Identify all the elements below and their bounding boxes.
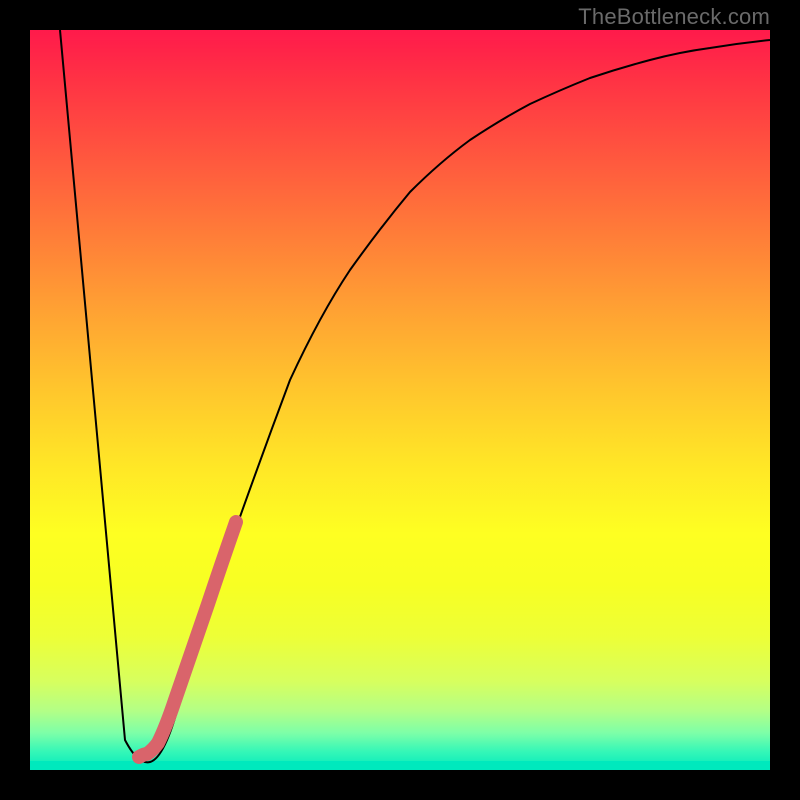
bottleneck-curve bbox=[60, 30, 770, 762]
curve-overlay bbox=[30, 30, 770, 770]
highlight-segment bbox=[139, 522, 236, 757]
watermark-text: TheBottleneck.com bbox=[578, 4, 770, 30]
chart-frame: TheBottleneck.com bbox=[0, 0, 800, 800]
plot-area bbox=[30, 30, 770, 770]
